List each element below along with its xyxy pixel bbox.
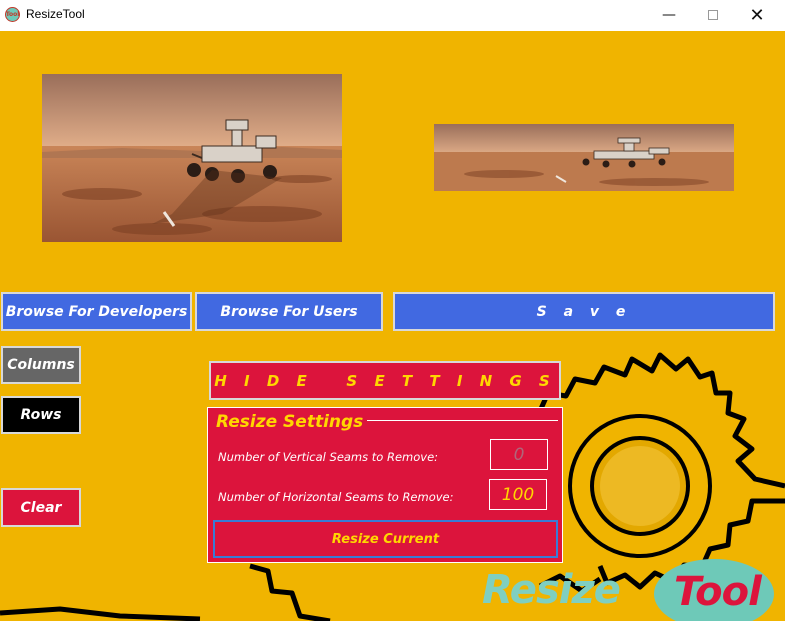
maximize-icon (708, 10, 718, 20)
clear-button[interactable]: Clear (1, 488, 81, 527)
resized-image (434, 124, 734, 191)
save-button[interactable]: S a v e (393, 292, 775, 331)
maximize-button[interactable] (690, 0, 736, 30)
browse-users-button[interactable]: Browse For Users (195, 292, 383, 331)
original-image (42, 74, 342, 242)
minimize-button[interactable]: — (646, 0, 692, 30)
horizontal-seams-label: Number of Horizontal Seams to Remove: (218, 490, 454, 504)
logo-text-tool: Tool (674, 569, 762, 615)
browse-developers-button[interactable]: Browse For Developers (1, 292, 192, 331)
resize-settings-panel: Resize Settings Number of Vertical Seams… (207, 407, 563, 563)
horizontal-seams-input[interactable]: 100 (489, 479, 547, 510)
vertical-seams-input[interactable]: 0 (490, 439, 548, 470)
vertical-seams-label: Number of Vertical Seams to Remove: (218, 450, 439, 464)
settings-title: Resize Settings (216, 412, 368, 432)
main-area: Browse For Developers Browse For Users S… (0, 31, 785, 621)
app-icon: Tool (5, 7, 20, 22)
logo-text-resize: Resize (482, 567, 621, 613)
title-bar: Tool ResizeTool — ✕ (0, 0, 785, 30)
settings-divider (360, 420, 558, 421)
rows-button[interactable]: Rows (1, 396, 81, 434)
close-button[interactable]: ✕ (734, 0, 780, 30)
columns-button[interactable]: Columns (1, 346, 81, 384)
hide-settings-button[interactable]: H I D E S E T T I N G S (209, 361, 561, 400)
resizetool-logo: Resize Tool (478, 551, 778, 621)
window-title: ResizeTool (26, 7, 85, 21)
